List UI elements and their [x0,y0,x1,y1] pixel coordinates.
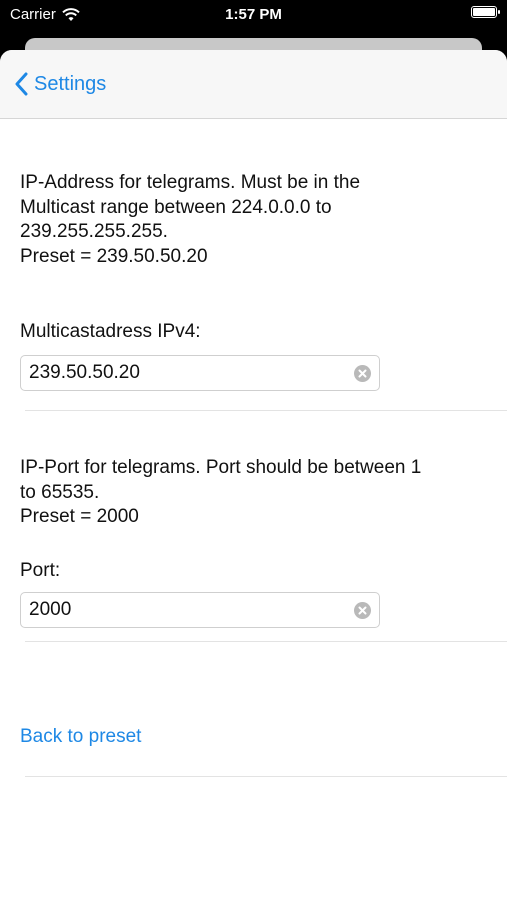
back-to-preset-button[interactable]: Back to preset [20,726,487,748]
navigation-bar: Settings [0,50,507,119]
multicast-label: Multicastadress IPv4: [20,321,201,342]
section-divider [25,640,507,642]
description-line: Preset = 239.50.50.20 [20,245,208,267]
port-field[interactable] [20,591,380,628]
section-divider [25,410,507,411]
back-button-label: Settings [34,72,107,95]
description-line: 239.255.255.255. [20,221,168,242]
clear-icon[interactable] [354,365,371,382]
reset-section: Back to preset [0,726,507,748]
port-section: IP-Port for telegrams. Port should be be… [0,456,507,628]
description-line: IP-Address for telegrams. Must be in the [20,172,361,193]
clear-icon[interactable] [354,601,371,619]
port-label: Port: [20,559,61,581]
port-description: IP-Port for telegrams. Port should be be… [20,456,487,530]
battery-icon [471,6,500,18]
description-line: Preset = 2000 [20,506,139,527]
description-line: IP-Port for telegrams. Port should be be… [20,457,422,478]
multicast-description: IP-Address for telegrams. Must be in the… [20,171,487,269]
multicast-input[interactable] [21,362,347,384]
multicast-field[interactable] [20,355,380,391]
section-divider [25,775,507,777]
settings-sheet: Settings IP-Address for telegrams. Must … [0,50,507,900]
port-input[interactable] [21,598,347,621]
description-line: to 65535. [20,481,100,503]
back-button[interactable]: Settings [14,72,106,96]
chevron-left-icon [15,72,28,96]
status-bar: Carrier 1:57 PM [0,0,507,30]
status-time: 1:57 PM [225,6,282,23]
battery-level [473,8,495,16]
settings-content: IP-Address for telegrams. Must be in the… [0,171,507,391]
description-line: Multicast range between 224.0.0.0 to [20,196,332,218]
